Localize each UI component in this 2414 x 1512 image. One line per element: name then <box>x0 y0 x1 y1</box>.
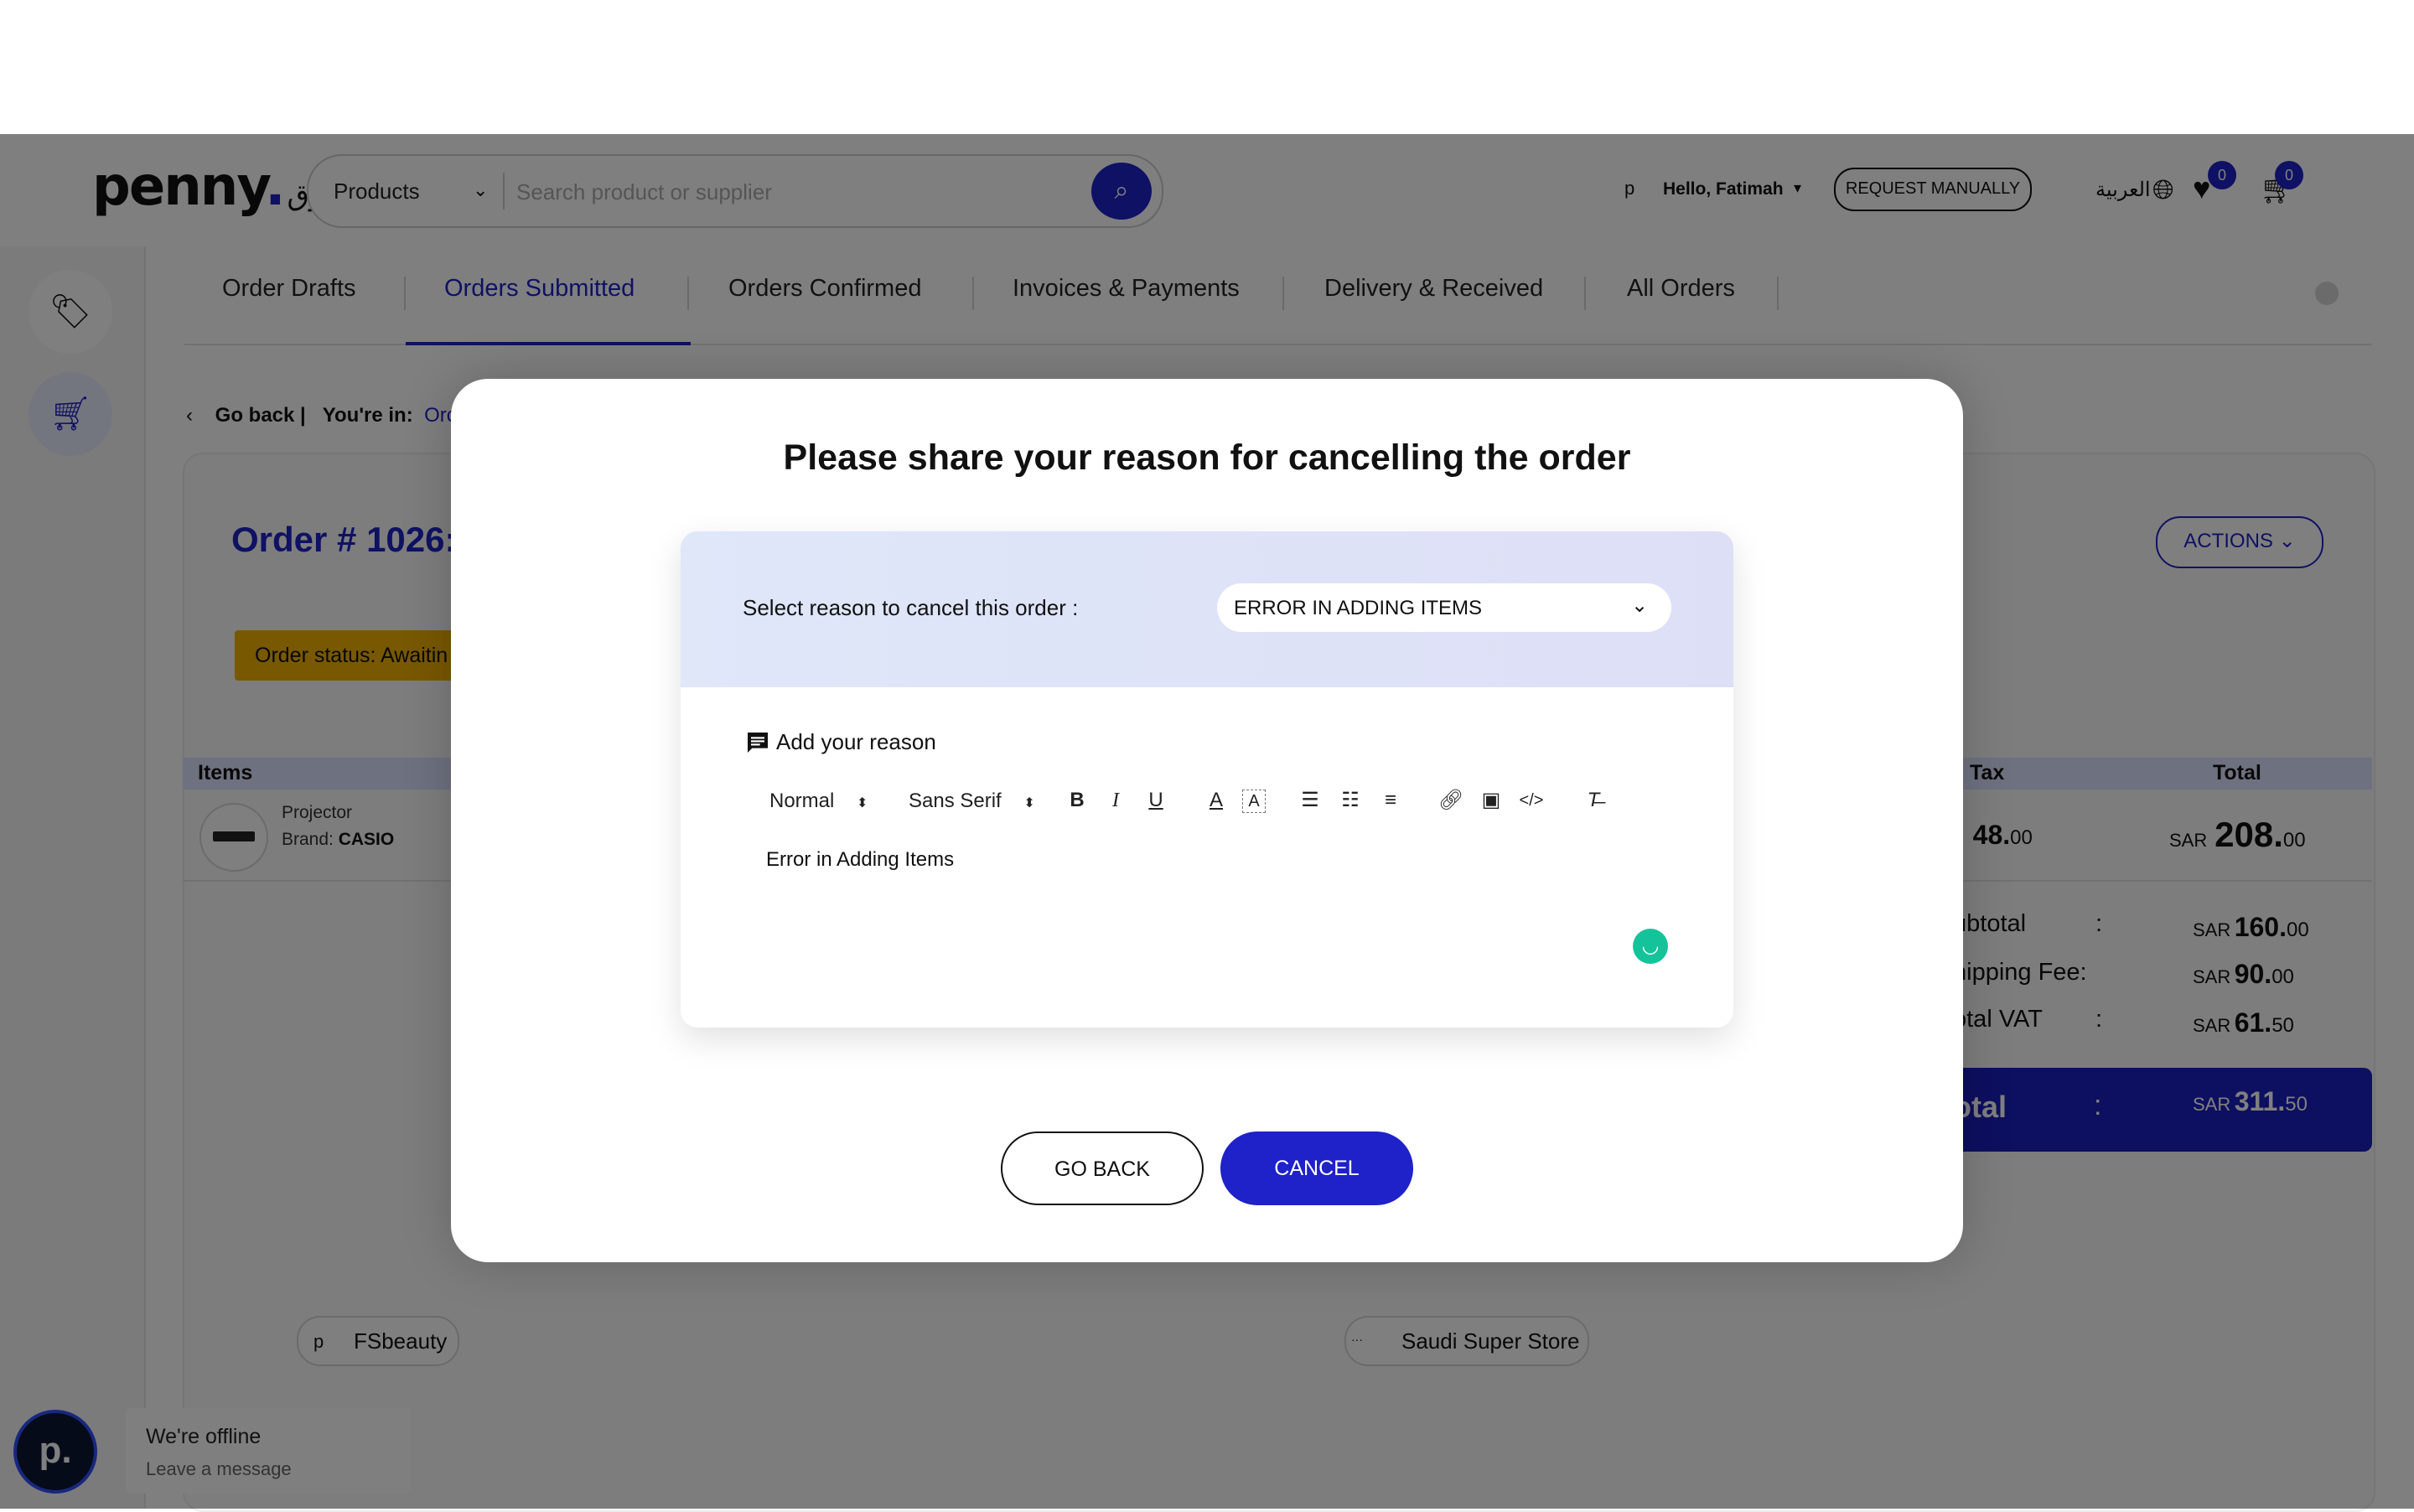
italic-icon[interactable]: I <box>1101 786 1130 815</box>
clear-format-icon[interactable]: T̶ <box>1579 786 1608 815</box>
grammarly-icon[interactable]: ◡ <box>1633 929 1668 964</box>
reason-panel: Select reason to cancel this order : ERR… <box>681 531 1733 1028</box>
code-icon[interactable]: </> <box>1517 786 1546 815</box>
go-back-button[interactable]: GO BACK <box>1001 1131 1204 1205</box>
format-value: Normal <box>769 790 835 812</box>
modal-title: Please share your reason for cancelling … <box>783 438 1631 478</box>
align-icon[interactable]: ≡ <box>1376 786 1405 815</box>
font-select[interactable]: Sans Serif ⬍ <box>909 790 1035 813</box>
add-reason-label: Add your reason <box>776 729 936 754</box>
cancel-order-modal: Please share your reason for cancelling … <box>451 379 1963 1262</box>
ordered-list-icon[interactable]: ☰ <box>1296 786 1324 815</box>
updown-icon: ⬍ <box>1023 796 1035 810</box>
reason-select-label: Select reason to cancel this order : <box>743 595 1079 620</box>
rich-text-editor[interactable]: Normal ⬍ Sans Serif ⬍ B I U A A ☰ ☷ ≡ 🔗︎… <box>746 774 1670 989</box>
format-select[interactable]: Normal ⬍ <box>769 790 868 813</box>
underline-icon[interactable]: U <box>1142 786 1170 815</box>
bullet-list-icon[interactable]: ☷ <box>1336 786 1365 815</box>
link-icon[interactable]: 🔗︎ <box>1437 786 1465 815</box>
font-value: Sans Serif <box>909 790 1002 812</box>
cancel-order-button[interactable]: CANCEL <box>1220 1131 1413 1205</box>
highlight-color-icon[interactable]: A <box>1242 790 1266 813</box>
comment-icon <box>748 733 768 753</box>
reason-select-value: ERROR IN ADDING ITEMS <box>1234 597 1483 619</box>
reason-select-section: Select reason to cancel this order : ERR… <box>681 531 1733 687</box>
reason-text[interactable]: Error in Adding Items <box>766 848 954 872</box>
text-color-icon[interactable]: A <box>1202 786 1230 815</box>
image-icon[interactable]: ▣ <box>1477 786 1505 815</box>
reason-select[interactable]: ERROR IN ADDING ITEMS ⌄ <box>1217 583 1671 632</box>
updown-icon: ⬍ <box>857 796 868 810</box>
bold-icon[interactable]: B <box>1063 786 1091 815</box>
chevron-down-icon: ⌄ <box>1631 594 1649 617</box>
